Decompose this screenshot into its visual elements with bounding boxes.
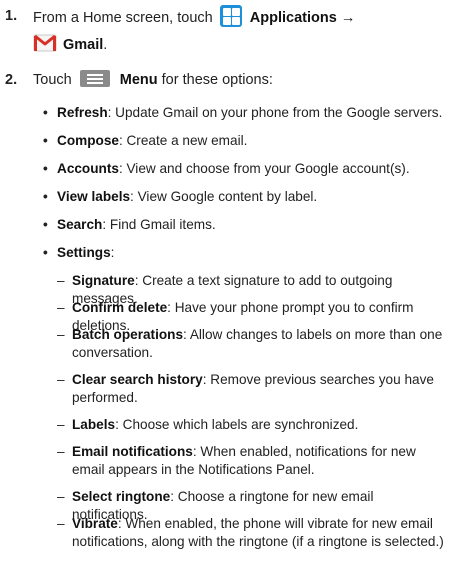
bullet: • (43, 217, 48, 232)
dash: – (57, 300, 65, 315)
applications-grid-icon (219, 5, 242, 27)
gmail-period: . (103, 37, 108, 53)
menu-icon (79, 70, 110, 87)
bullet: • (43, 189, 48, 204)
bullet: • (43, 245, 48, 260)
bullet: • (43, 161, 48, 176)
option-term: Settings (57, 245, 111, 260)
dash: – (57, 327, 65, 342)
gmail-envelope-icon (33, 34, 57, 52)
step-1-text: From a Home screen, touch (33, 10, 213, 26)
manual-page: 1. From a Home screen, touch Application… (0, 0, 456, 583)
dash: – (57, 444, 65, 459)
setting-term: Clear search history (72, 372, 203, 387)
setting-term: Confirm delete (72, 300, 168, 315)
setting-desc: : When enabled, the phone will vibrate f… (72, 516, 444, 549)
option-desc: : Update Gmail on your phone from the Go… (107, 105, 443, 120)
dash: – (57, 417, 65, 432)
option-term: Accounts (57, 161, 119, 176)
setting-term: Signature (72, 273, 135, 288)
bullet: • (43, 133, 48, 148)
gmail-label: Gmail (63, 37, 104, 53)
option-desc: : View Google content by label. (130, 189, 318, 204)
option-desc: : Find Gmail items. (102, 217, 216, 232)
step-text: Touch Menu for these options: (33, 69, 450, 91)
step-number: 1. (5, 8, 18, 24)
step-number: 2. (5, 72, 18, 88)
option-term: Refresh (57, 105, 108, 120)
option-desc: : Create a new email. (118, 133, 248, 148)
menu-label: Menu (119, 72, 158, 88)
setting-term: Batch operations (72, 327, 184, 342)
dash: – (57, 273, 65, 288)
dash: – (57, 489, 65, 504)
step-text: From a Home screen, touch Applications →… (33, 5, 450, 57)
setting-term: Labels (72, 417, 116, 432)
option-term: View labels (57, 189, 131, 204)
dash: – (57, 516, 65, 531)
option-term: Search (57, 217, 103, 232)
bullet: • (43, 105, 48, 120)
option-term: Compose (57, 133, 119, 148)
dash: – (57, 372, 65, 387)
applications-label: Applications → (249, 10, 356, 26)
setting-term: Email notifications (72, 444, 193, 459)
option-desc: : (110, 245, 115, 260)
step-2-pre: Touch (33, 72, 72, 88)
setting-desc: : Choose which labels are synchronized. (115, 417, 359, 432)
step-2-post: for these options: (161, 72, 273, 88)
setting-term: Vibrate (72, 516, 118, 531)
setting-term: Select ringtone (72, 489, 171, 504)
option-desc: : View and choose from your Google accou… (118, 161, 410, 176)
